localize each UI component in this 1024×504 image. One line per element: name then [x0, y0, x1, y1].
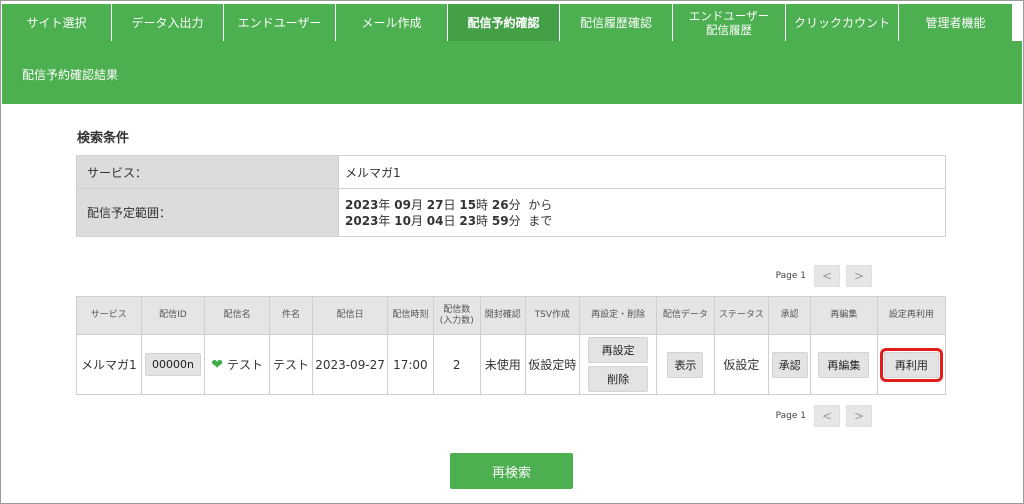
table-row: メルマガ1 00000n ❤ テスト テスト 2023-09-27 17:00 2… — [76, 334, 947, 395]
tab-site-select[interactable]: サイト選択 — [2, 4, 112, 41]
col-open-check: 開封確認 — [479, 296, 526, 335]
cell-delivery-data: 表示 — [656, 334, 715, 395]
cell-open-check: 未使用 — [479, 334, 526, 395]
service-label: サービス： — [76, 155, 339, 189]
page-title: 配信予約確認結果 — [22, 68, 119, 82]
col-delivery-time: 配信時刻 — [387, 296, 434, 335]
col-reset-delete: 再設定・削除 — [578, 296, 658, 335]
cell-delivery-name: ❤ テスト — [204, 334, 270, 395]
col-reuse: 設定再利用 — [876, 296, 947, 335]
reset-button[interactable]: 再設定 — [588, 337, 649, 363]
cell-delivery-date: 2023-09-27 — [312, 334, 389, 395]
tab-end-user-delivery-history[interactable]: エンドユーザー 配信履歴 — [673, 4, 786, 41]
main-tabs: サイト選択 データ入出力 エンドユーザー メール作成 配信予約確認 配信履歴確認… — [2, 4, 1022, 41]
range-value: 2023年 09月 27日 15時 26分 から 2023年 10月 04日 2… — [338, 188, 946, 237]
delete-button[interactable]: 削除 — [588, 366, 649, 392]
next-page-button-bottom[interactable]: > — [846, 405, 872, 427]
prev-page-button-bottom[interactable]: < — [814, 405, 840, 427]
page-indicator-bottom: Page 1 — [775, 411, 806, 421]
cell-reset-delete: 再設定 削除 — [578, 334, 658, 395]
col-approve: 承認 — [768, 296, 811, 335]
show-button[interactable]: 表示 — [667, 351, 704, 378]
heart-icon: ❤ — [211, 357, 224, 373]
tab-admin[interactable]: 管理者機能 — [899, 4, 1012, 41]
research-button[interactable]: 再検索 — [450, 453, 573, 489]
reservation-results-table: サービス 配信ID 配信名 件名 配信日 配信時刻 配信数 (入力数) 開封確認 … — [76, 296, 947, 395]
col-service: サービス — [76, 296, 142, 335]
range-label: 配信予定範囲： — [76, 188, 339, 237]
col-delivery-id: 配信ID — [140, 296, 206, 335]
search-conditions-title: 検索条件 — [77, 131, 130, 146]
col-reedit: 再編集 — [809, 296, 878, 335]
cell-reuse: 再利用 — [876, 334, 947, 395]
cell-tsv: 仮設定時 — [524, 334, 580, 395]
search-conditions-table: サービス： メルマガ1 配信予定範囲： 2023年 09月 27日 15時 26… — [76, 155, 946, 237]
prev-page-button[interactable]: < — [814, 265, 840, 287]
col-delivery-data: 配信データ — [656, 296, 715, 335]
col-tsv: TSV作成 — [524, 296, 580, 335]
cell-service: メルマガ1 — [76, 334, 142, 395]
col-subject: 件名 — [268, 296, 314, 335]
pager-top: Page 1 < > — [776, 265, 872, 287]
reuse-button[interactable]: 再利用 — [879, 347, 943, 382]
reedit-button[interactable]: 再編集 — [818, 351, 870, 378]
cell-subject: テスト — [268, 334, 314, 395]
tab-delivery-reservation[interactable]: 配信予約確認 — [448, 4, 560, 41]
delivery-id-button[interactable]: 00000n — [144, 353, 201, 376]
tab-delivery-history[interactable]: 配信履歴確認 — [560, 4, 673, 41]
page-header: 配信予約確認結果 — [2, 41, 1022, 104]
cell-reedit: 再編集 — [809, 334, 878, 395]
tab-click-count[interactable]: クリックカウント — [786, 4, 899, 41]
col-delivery-date: 配信日 — [312, 296, 389, 335]
page-indicator: Page 1 — [775, 271, 806, 281]
pager-bottom: Page 1 < > — [776, 405, 872, 427]
next-page-button[interactable]: > — [846, 265, 872, 287]
range-to: 2023年 10月 04日 23時 59分 まで — [345, 213, 553, 228]
cell-delivery-id: 00000n — [140, 334, 206, 395]
col-delivery-count: 配信数 (入力数) — [432, 296, 481, 335]
range-from: 2023年 09月 27日 15時 26分 から — [345, 197, 553, 212]
tab-mail-create[interactable]: メール作成 — [336, 4, 448, 41]
tab-data-io[interactable]: データ入出力 — [112, 4, 224, 41]
service-value: メルマガ1 — [338, 155, 946, 189]
cell-status: 仮設定 — [713, 334, 770, 395]
cell-delivery-count: 2 — [432, 334, 481, 395]
col-delivery-name: 配信名 — [204, 296, 270, 335]
table-header-row: サービス 配信ID 配信名 件名 配信日 配信時刻 配信数 (入力数) 開封確認 … — [76, 296, 947, 335]
cell-approve: 承認 — [768, 334, 811, 395]
col-status: ステータス — [713, 296, 770, 335]
approve-button[interactable]: 承認 — [771, 351, 808, 378]
tab-end-user[interactable]: エンドユーザー — [224, 4, 336, 41]
cell-delivery-time: 17:00 — [387, 334, 434, 395]
